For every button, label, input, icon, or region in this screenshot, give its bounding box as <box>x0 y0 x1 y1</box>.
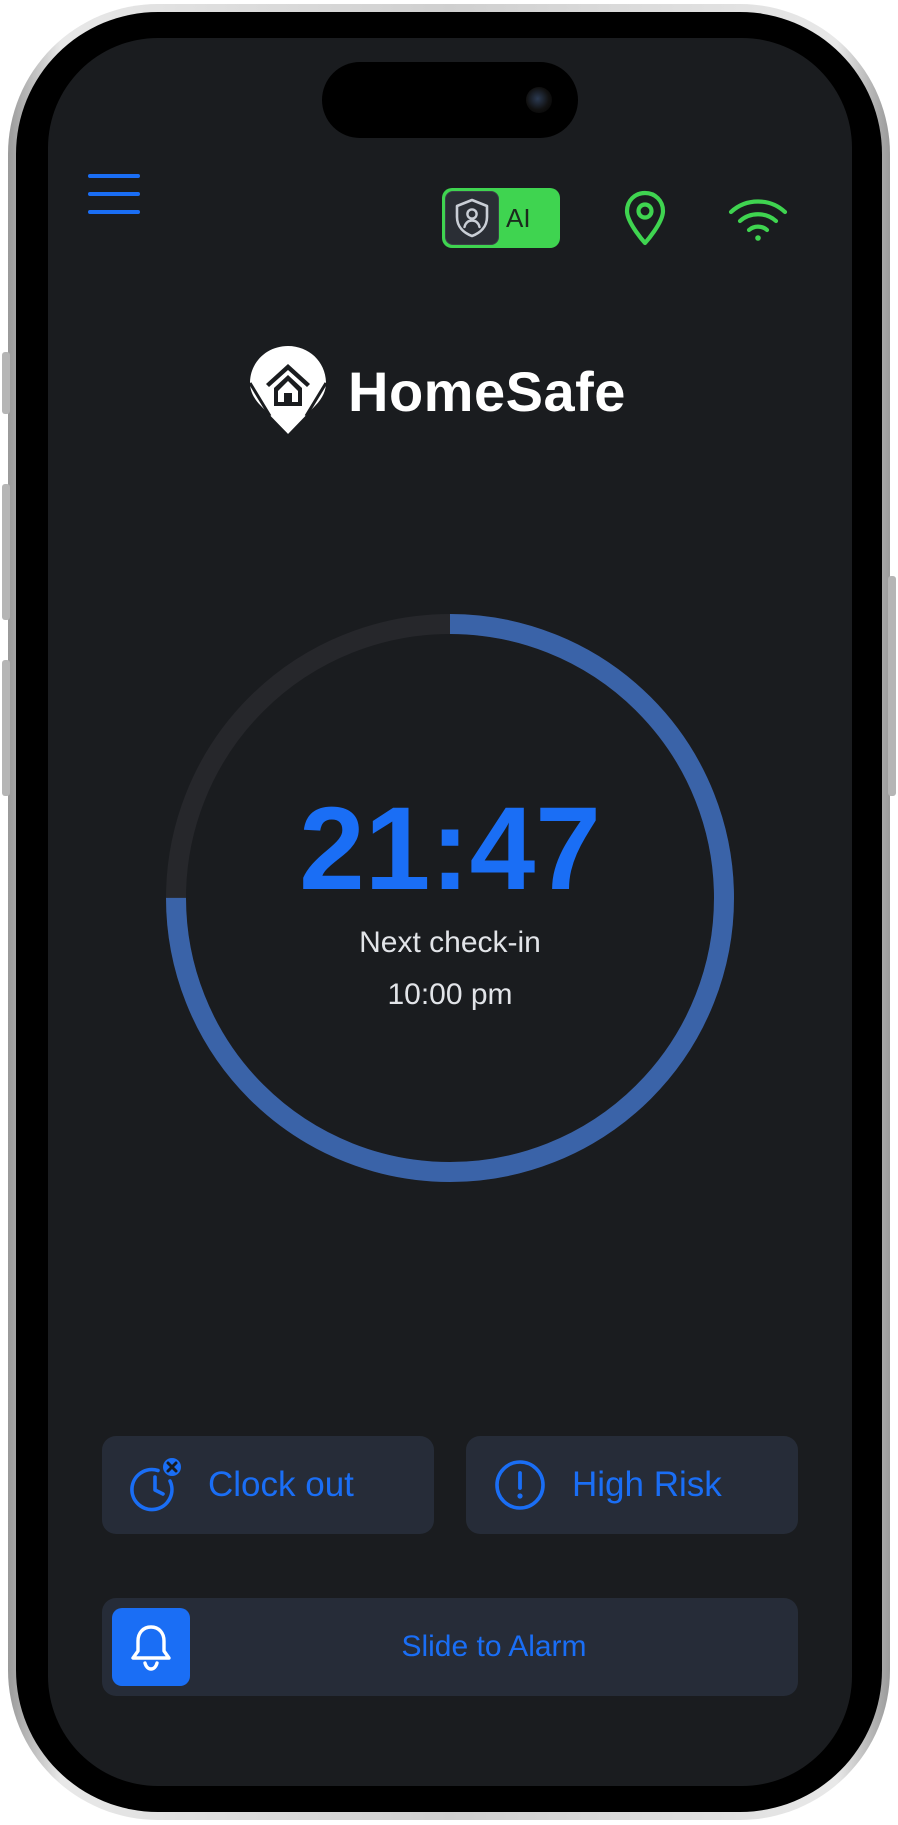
next-checkin-time: 10:00 pm <box>387 978 513 1011</box>
alarm-slider-handle[interactable] <box>112 1608 190 1686</box>
location-button[interactable] <box>622 190 668 246</box>
map-pin-icon <box>624 190 666 246</box>
high-risk-label: High Risk <box>572 1465 722 1504</box>
alert-circle-icon <box>495 1460 545 1510</box>
volume-down-button <box>2 660 10 796</box>
ai-toggle[interactable]: AI <box>442 188 560 248</box>
bell-icon <box>131 1625 171 1671</box>
clock-x-icon <box>130 1458 181 1512</box>
ai-toggle-label: AI <box>506 203 531 233</box>
ai-toggle-knob <box>445 191 499 245</box>
app-screen: AI HomeSafe 21:47 Next check-in 10:00 pm… <box>48 38 852 1786</box>
clock-out-label: Clock out <box>208 1465 354 1504</box>
front-camera <box>526 87 552 113</box>
menu-button[interactable] <box>88 174 142 216</box>
homesafe-logo-icon <box>250 346 326 434</box>
clock-out-button[interactable]: Clock out <box>102 1436 434 1534</box>
next-checkin-label: Next check-in <box>359 926 541 959</box>
shield-user-icon <box>455 198 489 238</box>
app-name: HomeSafe <box>348 359 626 423</box>
dynamic-island <box>322 62 578 138</box>
countdown-timer: 21:47 <box>299 783 601 915</box>
app-logo: HomeSafe <box>250 346 626 436</box>
slide-to-alarm-label: Slide to Alarm <box>401 1630 587 1663</box>
slide-to-alarm[interactable]: Slide to Alarm <box>102 1598 798 1696</box>
high-risk-button[interactable]: High Risk <box>466 1436 798 1534</box>
silent-switch <box>2 352 10 414</box>
wifi-icon <box>728 199 788 241</box>
power-button <box>888 576 896 796</box>
volume-up-button <box>2 484 10 620</box>
